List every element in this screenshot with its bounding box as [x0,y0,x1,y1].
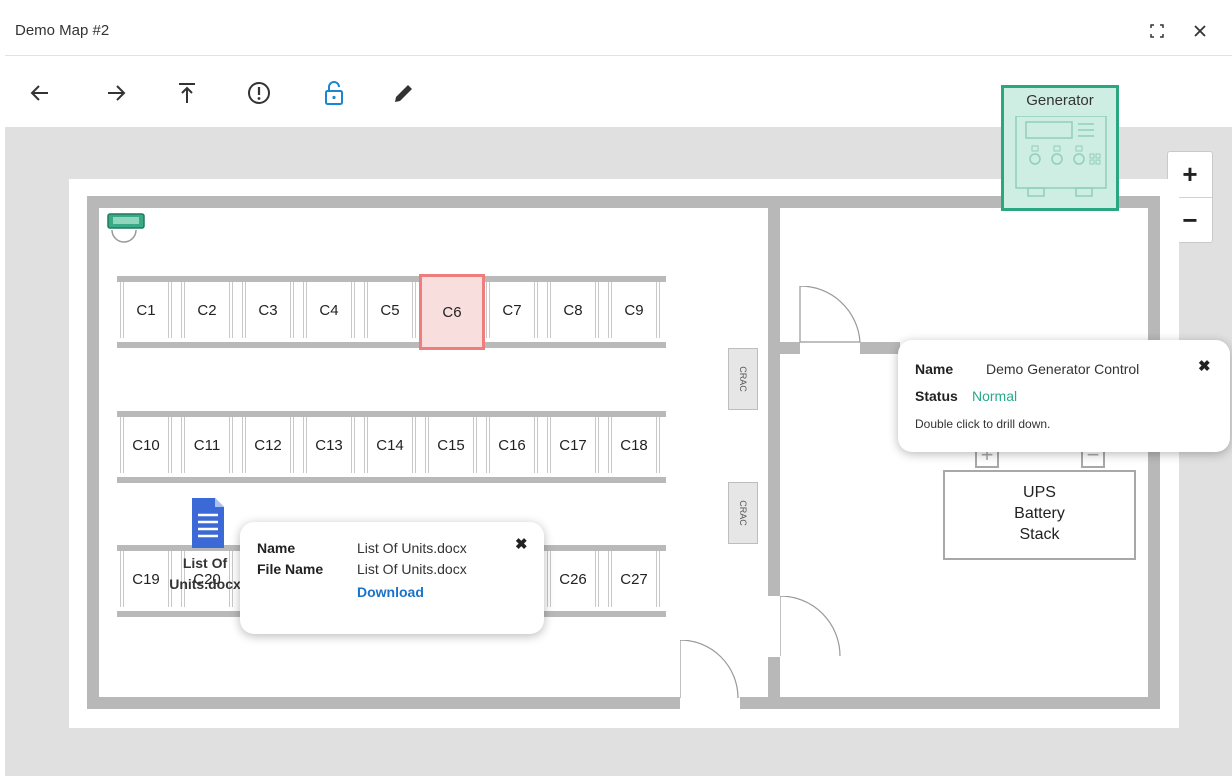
forward-icon[interactable] [102,79,130,107]
rack-c14[interactable]: C14 [364,417,416,473]
rack-c10[interactable]: C10 [120,417,172,473]
window-title: Demo Map #2 [15,22,110,39]
rack-c4[interactable]: C4 [303,282,355,338]
divider-wall [768,196,780,596]
popup-name-value: List Of Units.docx [357,540,467,556]
crac-unit-2[interactable]: CRAC [728,482,758,544]
top-level-icon[interactable] [173,79,201,107]
rack-c15[interactable]: C15 [425,417,477,473]
door-bottom [680,640,739,699]
window-titlebar: Demo Map #2 [5,8,1232,56]
back-icon[interactable] [26,79,54,107]
outer-wall-right [1148,196,1160,709]
rack-row-2: C10 C11 C12 C13 C14 C15 C16 C17 C18 [117,411,666,483]
sensor-icon[interactable] [106,212,146,246]
crac-label: CRAC [737,366,748,392]
rack-c18[interactable]: C18 [608,417,660,473]
rack-c11[interactable]: C11 [181,417,233,473]
rack-c13[interactable]: C13 [303,417,355,473]
ups-battery-stack[interactable]: + − UPS Battery Stack [943,444,1136,560]
close-icon[interactable] [1187,18,1213,44]
popup-file-name-value: List Of Units.docx [357,561,467,577]
outer-wall-top [87,196,1160,208]
generator-asset[interactable]: Generator [1001,85,1119,211]
popup-name-label: Name [915,361,954,377]
rack-c12[interactable]: C12 [242,417,294,473]
download-link[interactable]: Download [357,584,424,600]
ups-label: UPS Battery Stack [1014,484,1065,543]
edit-icon[interactable] [390,79,418,107]
divider-wall-lower [768,657,780,709]
crac-label: CRAC [737,500,748,526]
popup-file-name-label: File Name [257,561,324,577]
rack-c8[interactable]: C8 [547,282,599,338]
outer-wall-left [87,196,99,709]
close-icon[interactable]: ✖ [515,535,528,553]
outer-wall-bottom-right [740,697,1160,709]
rack-c2[interactable]: C2 [181,282,233,338]
inner-wall-right-room [780,342,800,354]
close-icon[interactable]: ✖ [1198,357,1211,375]
crac-unit-1[interactable]: CRAC [728,348,758,410]
rack-c7[interactable]: C7 [486,282,538,338]
rack-c16[interactable]: C16 [486,417,538,473]
generator-label: Generator [1026,92,1094,109]
unlock-icon[interactable] [320,79,348,107]
rack-row-1: C1 C2 C3 C4 C5 C6 C7 C8 C9 [117,274,666,350]
door-right-room [799,286,861,343]
generator-panel-icon [1015,116,1107,197]
generator-info-popup: Name Demo Generator Control Status Norma… [898,340,1230,452]
alert-icon[interactable] [245,79,273,107]
door-divider [780,596,841,657]
rack-c6[interactable]: C6 [419,274,485,350]
rack-c27[interactable]: C27 [608,551,660,607]
rack-c5[interactable]: C5 [364,282,416,338]
popup-name-label: Name [257,540,296,556]
rack-c3[interactable]: C3 [242,282,294,338]
outer-wall-bottom-left [87,697,680,709]
file-info-popup: Name List Of Units.docx File Name List O… [240,522,544,634]
status-value: Normal [972,388,1018,404]
fullscreen-icon[interactable] [1144,18,1170,44]
rack-c1[interactable]: C1 [120,282,172,338]
rack-c9[interactable]: C9 [608,282,660,338]
rack-c17[interactable]: C17 [547,417,599,473]
popup-name-value: Demo Generator Control [986,361,1140,377]
rack-c26[interactable]: C26 [547,551,599,607]
inner-wall-right-room-2 [860,342,900,354]
document-icon[interactable] [186,498,230,559]
popup-status-label: Status [915,388,958,404]
drill-down-hint: Double click to drill down. [915,417,1051,431]
